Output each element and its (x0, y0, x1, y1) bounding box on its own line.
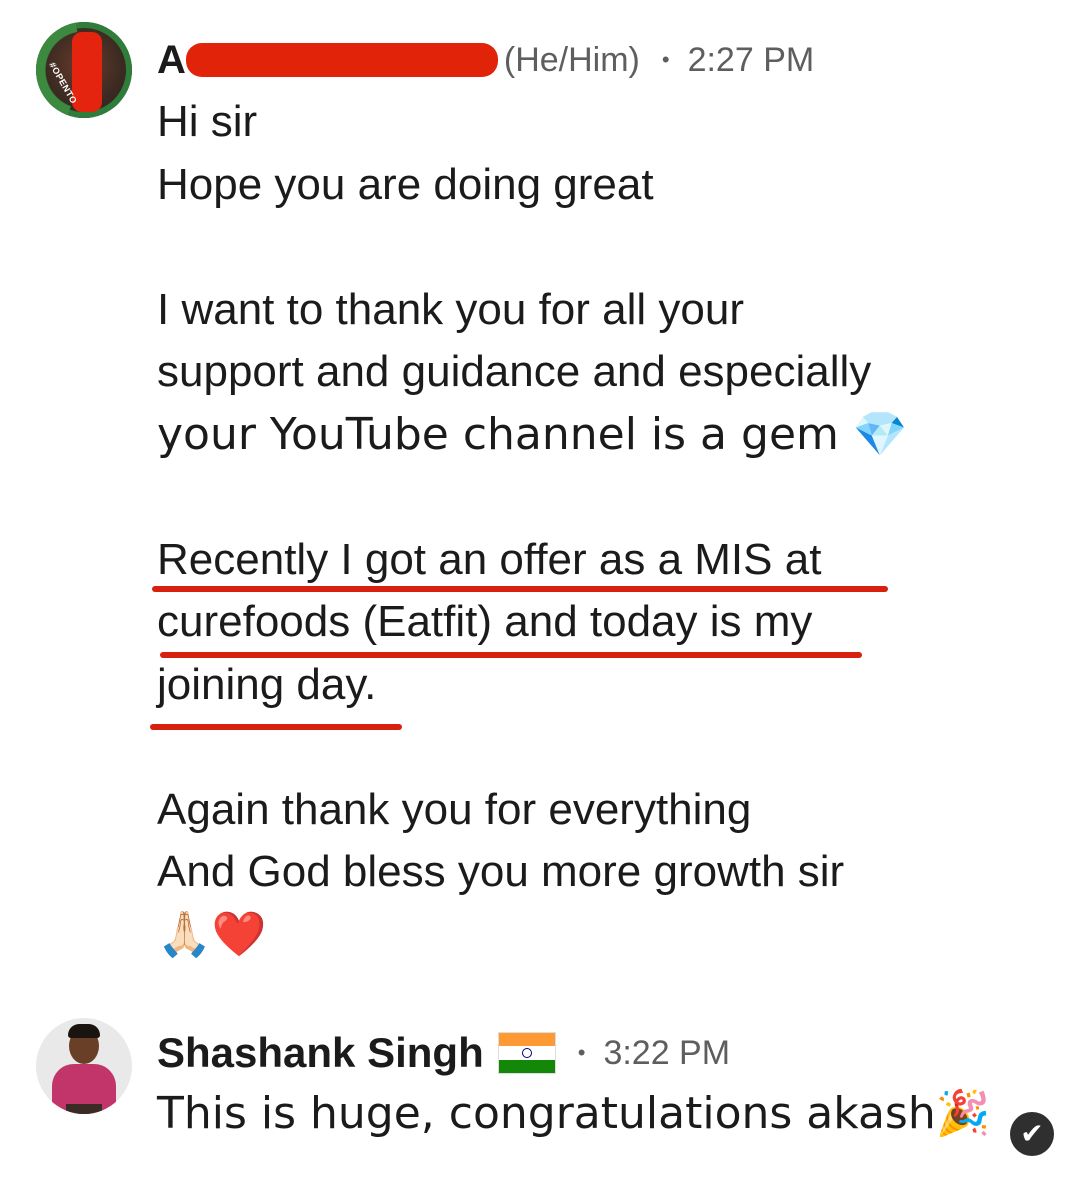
highlight-underline (160, 652, 862, 658)
highlight-underline (152, 586, 888, 592)
india-flag-icon (497, 1032, 556, 1074)
highlight-underline (150, 724, 402, 730)
sender-pronouns: (He/Him) (503, 40, 640, 79)
message-line: support and guidance and especially (157, 347, 872, 396)
message-header: Shashank Singh • 3:22 PM (157, 1028, 730, 1078)
message-line-highlighted: Recently I got an offer as a MIS at (157, 534, 822, 584)
message-line: Hi sir (157, 97, 258, 146)
message-line: Hope you are doing great (157, 159, 654, 209)
message-line: And God bless you more growth sir (157, 847, 845, 896)
message-text: Hi sir Hope you are doing great I want t… (157, 91, 1037, 966)
message-line: your YouTube channel is a gem 💎 (157, 408, 908, 460)
checkmark-icon: ✔ (1010, 1112, 1054, 1156)
separator-dot: • (577, 1040, 586, 1065)
message-line: Again thank you for everything (157, 784, 752, 834)
name-redaction (185, 43, 498, 77)
avatar-figure-hair (68, 1024, 100, 1038)
sender-avatar[interactable] (36, 1018, 132, 1114)
sender-name[interactable]: A (157, 38, 186, 83)
separator-dot: • (661, 47, 670, 72)
message-line-highlighted: joining day. (157, 659, 377, 709)
message-text: This is huge, congratulations akash🎉 (157, 1088, 991, 1139)
emoji-line: 🙏🏻❤️ (157, 908, 267, 960)
message-line: I want to thank you for all your (157, 284, 744, 334)
sender-name[interactable]: Shashank Singh (157, 1029, 484, 1077)
message-timestamp: 2:27 PM (687, 40, 815, 79)
avatar-figure-pants (66, 1104, 102, 1114)
message-line-highlighted: curefoods (Eatfit) and today is my (157, 597, 813, 646)
message-timestamp: 3:22 PM (603, 1033, 731, 1072)
message-header: A (He/Him) • 2:27 PM (157, 36, 814, 84)
sender-avatar[interactable]: #OPENTO (36, 22, 132, 118)
